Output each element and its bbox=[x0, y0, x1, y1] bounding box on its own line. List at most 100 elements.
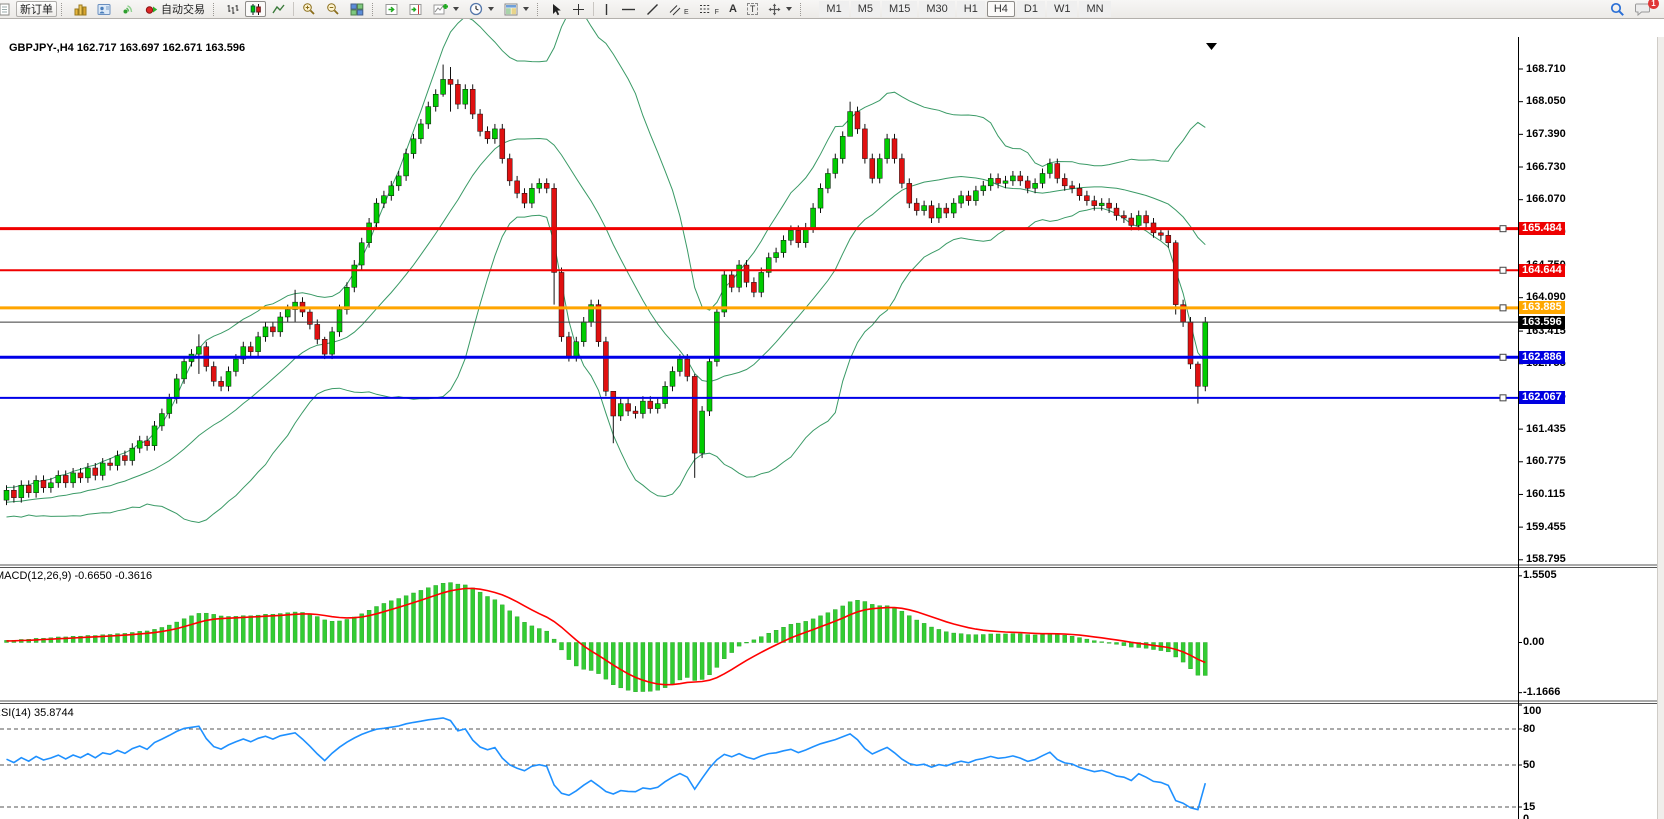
candlestick-chart-button[interactable] bbox=[245, 1, 266, 17]
bar-chart-button[interactable] bbox=[222, 1, 243, 17]
timeframe-button-M1[interactable]: M1 bbox=[819, 1, 848, 17]
price-tick-label: 160.775 bbox=[1526, 455, 1566, 467]
trendline-icon bbox=[646, 3, 659, 16]
timeframe-toolbar: M1M5M15M30H1H4D1W1MN bbox=[818, 1, 1111, 17]
notification-badge: 1 bbox=[1648, 0, 1659, 9]
chart-shift-marker[interactable] bbox=[1206, 43, 1217, 50]
line-chart-icon bbox=[272, 3, 285, 16]
toolbar-separator bbox=[293, 2, 294, 16]
signals-button[interactable] bbox=[117, 1, 139, 17]
price-tag-163.596: 163.596 bbox=[1519, 316, 1565, 329]
vertical-line-button[interactable] bbox=[598, 1, 615, 17]
rsi-tick-label: 0 bbox=[1523, 813, 1529, 819]
timeframe-button-MN[interactable]: MN bbox=[1079, 1, 1110, 17]
macd-label: MACD(12,26,9) -0.6650 -0.3616 bbox=[0, 570, 152, 582]
zoom-out-icon bbox=[326, 2, 340, 16]
zoom-out-button[interactable] bbox=[322, 1, 344, 17]
rsi-tick-label: 100 bbox=[1523, 705, 1541, 717]
fibonacci-f-glyph: F bbox=[715, 9, 719, 16]
equidistant-channel-icon bbox=[669, 3, 681, 16]
timeframe-button-M5[interactable]: M5 bbox=[851, 1, 880, 17]
price-tick-label: 166.730 bbox=[1526, 161, 1566, 173]
timeframe-button-W1[interactable]: W1 bbox=[1047, 1, 1078, 17]
indicators-button[interactable] bbox=[429, 1, 463, 17]
price-tag-163.885: 163.885 bbox=[1519, 301, 1565, 314]
crosshair-button[interactable] bbox=[568, 1, 589, 17]
templates-icon bbox=[504, 3, 518, 16]
auto-scroll-button[interactable] bbox=[381, 1, 403, 17]
chart-canvas[interactable] bbox=[0, 19, 1664, 819]
shapes-button[interactable] bbox=[764, 1, 796, 17]
line-handle[interactable] bbox=[1500, 395, 1506, 401]
notifications-button[interactable]: 1 bbox=[1631, 1, 1655, 17]
dropdown-caret bbox=[488, 7, 494, 11]
toolbar-drag-handle bbox=[213, 3, 218, 16]
line-chart-button[interactable] bbox=[268, 1, 289, 17]
timeframe-button-M30[interactable]: M30 bbox=[919, 1, 954, 17]
crosshair-icon bbox=[572, 3, 585, 16]
price-tick-label: 168.050 bbox=[1526, 95, 1566, 107]
templates-button[interactable] bbox=[500, 1, 533, 17]
chart-shift-icon bbox=[409, 3, 423, 16]
rsi-tick-label: 15 bbox=[1523, 801, 1535, 813]
price-tick-label: 161.435 bbox=[1526, 423, 1566, 435]
price-tag-164.644: 164.644 bbox=[1519, 264, 1565, 277]
line-handle[interactable] bbox=[1500, 305, 1506, 311]
text-button[interactable]: A bbox=[725, 1, 741, 17]
text-label-t-icon: T bbox=[747, 3, 759, 15]
candlestick-icon bbox=[249, 3, 262, 16]
macd-tick-label: 1.5505 bbox=[1523, 569, 1557, 581]
macd-tick-label: -1.1666 bbox=[1523, 686, 1560, 698]
text-label-button[interactable]: T bbox=[743, 1, 763, 17]
search-button[interactable] bbox=[1606, 1, 1629, 17]
fibonacci-icon bbox=[699, 3, 712, 16]
dropdown-caret bbox=[786, 7, 792, 11]
timeframe-button-M15[interactable]: M15 bbox=[882, 1, 917, 17]
tile-windows-button[interactable] bbox=[346, 1, 368, 17]
fibonacci-button[interactable]: F bbox=[695, 1, 723, 17]
price-tick-label: 159.455 bbox=[1526, 521, 1566, 533]
price-tag-165.484: 165.484 bbox=[1519, 222, 1565, 235]
timeframe-button-D1[interactable]: D1 bbox=[1017, 1, 1045, 17]
equidistant-channel-button[interactable]: E bbox=[665, 1, 693, 17]
horizontal-line-icon bbox=[621, 3, 636, 16]
rsi-tick-label: 80 bbox=[1523, 723, 1535, 735]
terminal-button[interactable] bbox=[93, 1, 115, 17]
price-tick-label: 167.390 bbox=[1526, 128, 1566, 140]
price-tick-label: 158.795 bbox=[1526, 553, 1566, 565]
price-tag-162.886: 162.886 bbox=[1519, 351, 1565, 364]
gold-bars-icon bbox=[74, 3, 87, 16]
clock-icon bbox=[469, 2, 483, 16]
periods-button[interactable] bbox=[465, 1, 498, 17]
new-order-button[interactable]: 新订单 bbox=[16, 1, 57, 17]
document-icon bbox=[0, 0, 14, 18]
toolbar-drag-handle bbox=[800, 3, 805, 16]
rsi-tick-label: 50 bbox=[1523, 759, 1535, 771]
zoom-in-icon bbox=[302, 2, 316, 16]
toolbar-drag-handle bbox=[372, 3, 377, 16]
arrows-shapes-icon bbox=[768, 3, 781, 16]
line-handle[interactable] bbox=[1500, 267, 1506, 273]
cursor-button[interactable] bbox=[546, 1, 566, 17]
chart-shift-button[interactable] bbox=[405, 1, 427, 17]
dropdown-caret bbox=[453, 7, 459, 11]
vertical-line-icon bbox=[602, 3, 611, 16]
toolbar-drag-handle bbox=[61, 3, 66, 16]
new-order-label: 新订单 bbox=[20, 1, 53, 17]
horizontal-line-button[interactable] bbox=[617, 1, 640, 17]
auto-scroll-icon bbox=[385, 3, 399, 16]
toolbar-drag-handle bbox=[537, 3, 542, 16]
zoom-in-button[interactable] bbox=[298, 1, 320, 17]
charts-gold-button[interactable] bbox=[70, 1, 91, 17]
auto-trading-button[interactable]: 自动交易 bbox=[141, 1, 209, 17]
terminal-icon bbox=[97, 3, 111, 16]
timeframe-button-H4[interactable]: H4 bbox=[987, 1, 1015, 17]
search-icon bbox=[1610, 2, 1625, 17]
line-handle[interactable] bbox=[1500, 354, 1506, 360]
tile-windows-icon bbox=[350, 3, 364, 16]
timeframe-button-H1[interactable]: H1 bbox=[957, 1, 985, 17]
line-handle[interactable] bbox=[1500, 226, 1506, 232]
indicators-add-icon bbox=[433, 3, 448, 16]
trendline-button[interactable] bbox=[642, 1, 663, 17]
dropdown-caret bbox=[523, 7, 529, 11]
